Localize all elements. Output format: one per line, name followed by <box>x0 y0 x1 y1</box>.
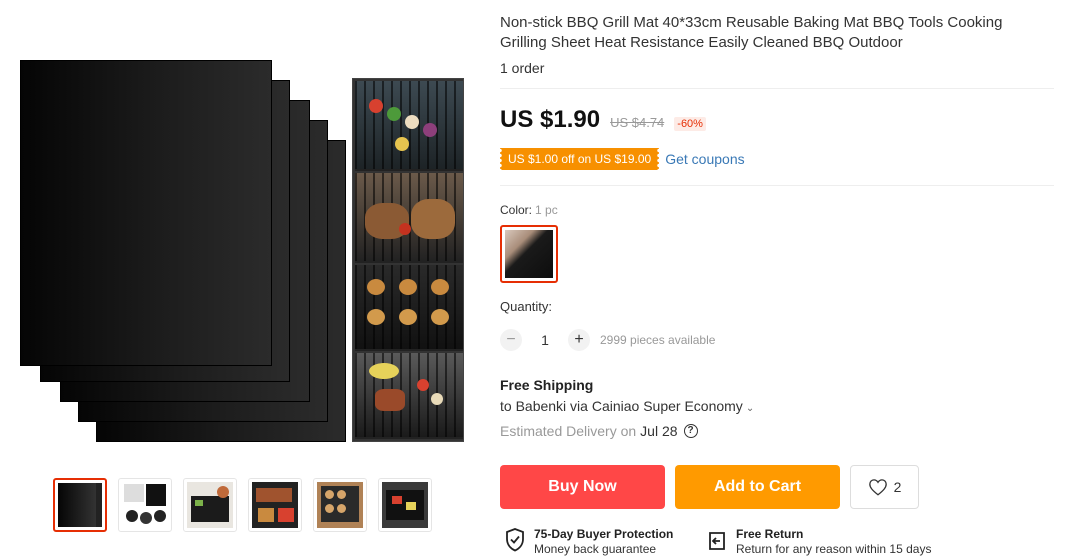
free-return: Free Return Return for any reason within… <box>706 527 931 556</box>
color-swatch-1pc[interactable] <box>500 225 558 283</box>
swatch-image <box>505 230 553 278</box>
discount-badge: -60% <box>674 117 706 131</box>
original-price: US $4.74 <box>610 115 665 130</box>
main-product-image[interactable] <box>14 56 470 448</box>
add-to-cart-button[interactable]: Add to Cart <box>675 465 840 509</box>
color-selected-value: 1 pc <box>535 203 558 217</box>
price-row: US $1.90 US $4.74 -60% <box>500 106 706 134</box>
photo-steaks <box>355 173 463 263</box>
chevron-down-icon: ⌄ <box>745 403 755 414</box>
order-count: 1 order <box>500 60 545 76</box>
thumbnail-4[interactable] <box>248 478 302 532</box>
photo-grill-mix <box>355 353 463 439</box>
thumbnail-6[interactable] <box>378 478 432 532</box>
wishlist-button[interactable]: 2 <box>850 465 919 509</box>
quantity-stepper: − 1 + 2999 pieces available <box>500 329 715 351</box>
quantity-decrease-button[interactable]: − <box>500 329 522 351</box>
estimated-delivery: Estimated Delivery on Jul 28 ? <box>500 423 698 439</box>
free-return-text: Free Return Return for any reason within… <box>736 527 931 556</box>
product-title: Non-stick BBQ Grill Mat 40*33cm Reusable… <box>500 14 1003 51</box>
thumbnail-strip <box>53 478 433 532</box>
color-label: Color: 1 pc <box>500 203 558 217</box>
buyer-protection: 75-Day Buyer Protection Money back guara… <box>504 527 673 556</box>
color-label-text: Color: <box>500 203 533 217</box>
delivery-date: Jul 28 <box>640 423 678 439</box>
quantity-increase-button[interactable]: + <box>568 329 590 351</box>
product-gallery <box>0 0 480 556</box>
food-photo-strip <box>352 78 464 442</box>
current-price: US $1.90 <box>500 106 601 133</box>
return-box-icon <box>709 532 725 550</box>
divider <box>500 185 1054 186</box>
thumbnail-5[interactable] <box>313 478 367 532</box>
buyer-protection-text: 75-Day Buyer Protection Money back guara… <box>534 527 673 556</box>
quantity-value[interactable]: 1 <box>522 332 568 348</box>
get-coupons-link[interactable]: Get coupons <box>665 151 744 167</box>
shipping-title: Free Shipping <box>500 377 594 393</box>
shipping-destination[interactable]: to Babenki via Cainiao Super Economy ⌄ <box>500 398 754 414</box>
divider <box>500 88 1054 89</box>
shield-check-icon <box>506 528 524 552</box>
quantity-available: 2999 pieces available <box>600 333 716 347</box>
shipping-destination-text: to Babenki via Cainiao Super Economy <box>500 398 743 414</box>
photo-kebabs <box>355 81 463 171</box>
buyer-protection-title: 75-Day Buyer Protection <box>534 527 674 541</box>
free-return-title: Free Return <box>736 527 804 541</box>
question-circle-icon[interactable]: ? <box>683 424 698 438</box>
buyer-protection-subtitle: Money back guarantee <box>534 542 657 556</box>
thumbnail-2[interactable] <box>118 478 172 532</box>
coupon-badge: US $1.00 off on US $19.00 <box>497 148 662 170</box>
heart-icon <box>868 479 887 496</box>
quantity-label: Quantity: <box>500 299 553 314</box>
wishlist-count: 2 <box>893 479 902 495</box>
buy-now-button[interactable]: Buy Now <box>500 465 665 509</box>
thumbnail-1[interactable] <box>53 478 107 532</box>
free-return-subtitle: Return for any reason within 15 days <box>736 542 932 556</box>
coupon-row: US $1.00 off on US $19.00 Get coupons <box>497 148 745 170</box>
thumbnail-3[interactable] <box>183 478 237 532</box>
photo-pastries <box>355 265 463 351</box>
delivery-label: Estimated Delivery on <box>500 423 637 439</box>
mat-front <box>20 60 272 366</box>
